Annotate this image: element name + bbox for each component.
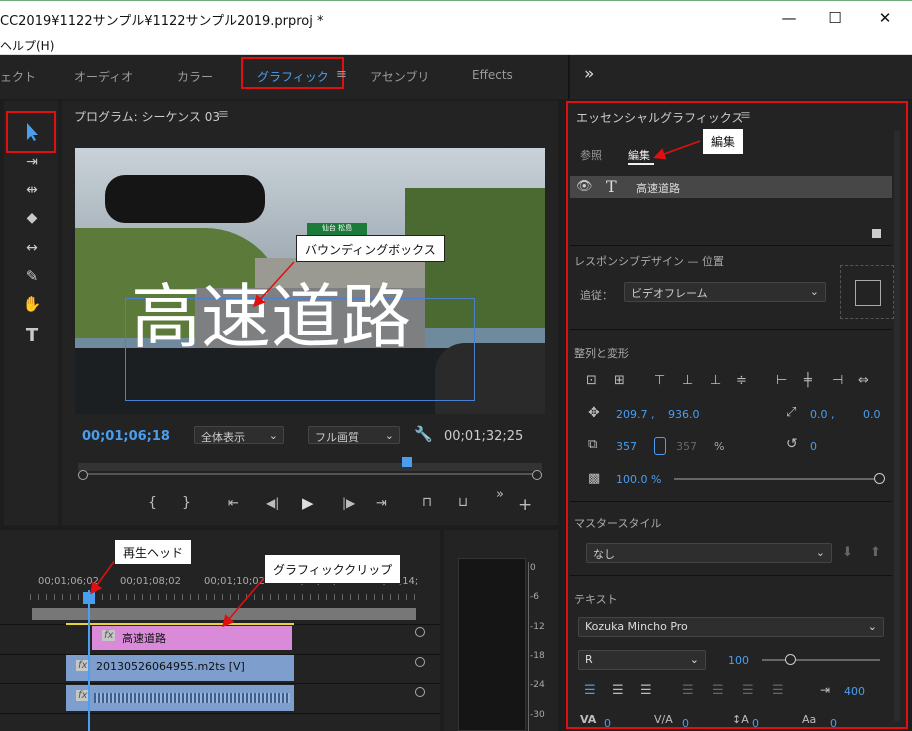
callout-arrows (90, 140, 701, 628)
callout-bounding-box: バウンディングボックス (296, 235, 445, 262)
callout-playhead: 再生ヘッド (114, 539, 193, 565)
callout-graphic-clip: グラフィッククリップ (264, 554, 402, 584)
callout-edit: 編集 (702, 128, 745, 155)
